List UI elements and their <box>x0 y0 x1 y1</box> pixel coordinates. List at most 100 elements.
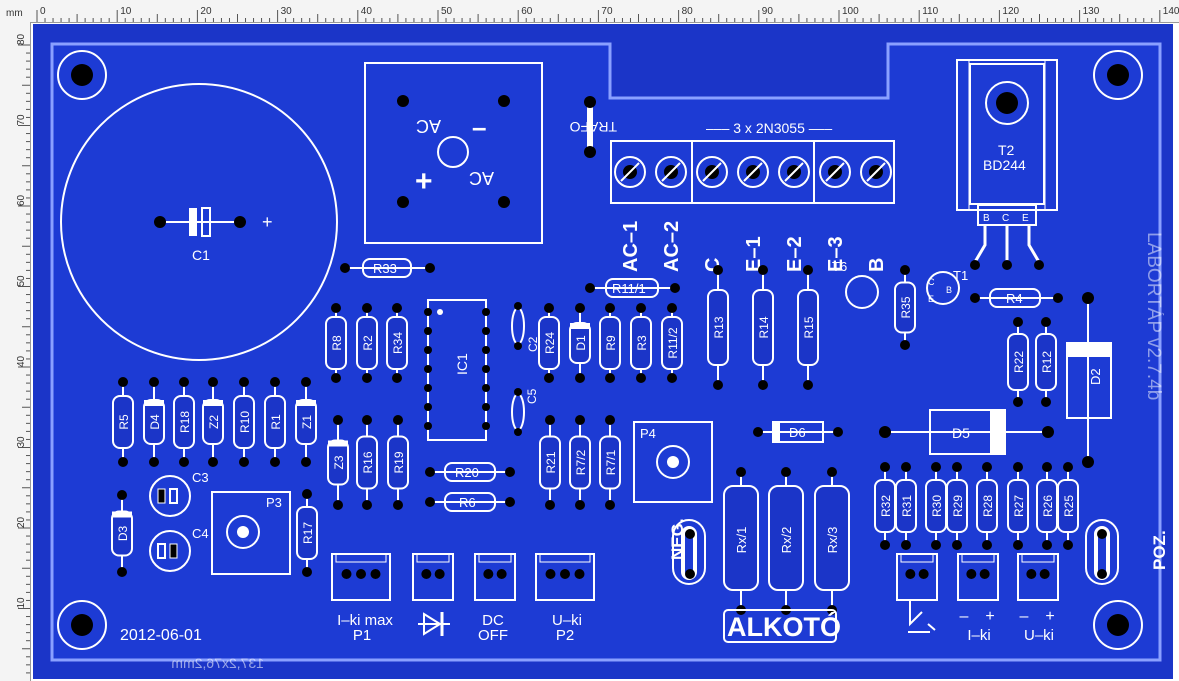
ruler-x-label: 70 <box>601 6 613 17</box>
ruler-x-label: 90 <box>762 6 774 17</box>
resistor-r7-2-label: R7/2 <box>574 450 588 476</box>
ruler-y-label: 70 <box>16 114 27 126</box>
mount-hole-bl-drill <box>71 614 93 636</box>
resistor-r15-label: R15 <box>802 316 816 338</box>
resistor-r3-pad <box>636 303 646 313</box>
resistor-r24-pad <box>544 373 554 383</box>
resistor-r21-pad <box>545 415 555 425</box>
resistor-r1-pad <box>270 377 280 387</box>
connector-p1-pin <box>370 569 381 579</box>
diode-d3-label: D3 <box>116 526 130 542</box>
ic1-pin <box>482 308 490 316</box>
alkoto-logo: ALKOTÓ <box>723 609 841 643</box>
resistor-r19-label: R19 <box>392 451 406 473</box>
resistor-r21-pad <box>545 500 555 510</box>
ruler-y-label: 60 <box>16 194 27 206</box>
zener-z3-band <box>328 440 348 447</box>
ruler-x-label: 130 <box>1083 6 1100 17</box>
resistor-r17-pad <box>302 567 312 577</box>
ruler-x-label: 110 <box>922 6 938 17</box>
connector-p2-pin <box>545 569 556 579</box>
board-title-mirrored: LABORTÁP v2.7.4b <box>1143 232 1164 400</box>
resistor-r10-label: R10 <box>238 411 252 433</box>
zener-z2-band <box>203 400 223 406</box>
ic1-pin <box>424 422 432 430</box>
resistor-r31-label: R31 <box>900 495 914 517</box>
resistor-r9-label: R9 <box>604 335 618 351</box>
connector-dc-off-pin <box>483 569 494 579</box>
resistor-r25-pad <box>1063 462 1073 472</box>
resistor-r32-pad <box>880 540 890 550</box>
resistor-r30-pad <box>931 462 941 472</box>
logo-text: ALKOTÓ <box>727 611 841 642</box>
resistor-r17-label: R17 <box>301 522 315 544</box>
diode-d4-band <box>144 400 164 406</box>
resistor-r32-pad <box>880 462 890 472</box>
resistor-r32-label: R32 <box>879 495 893 517</box>
connector-p2-pin <box>560 569 570 579</box>
resistor-r2-label: R2 <box>361 335 375 351</box>
label-p2: P2 <box>556 627 574 644</box>
diode-d3-pad <box>117 490 127 500</box>
resistor-r7-1-pad <box>605 415 615 425</box>
ruler-x-label: 40 <box>361 6 373 17</box>
label-u-ki: U–ki <box>1024 627 1054 644</box>
bridge-plus: + <box>415 165 433 198</box>
resistor-r11-2-pad <box>667 303 677 313</box>
r33-label: R33 <box>373 261 397 276</box>
c3-label: C3 <box>192 470 209 485</box>
mount-hole-br-drill <box>1107 614 1129 636</box>
resistor-r35-label: R35 <box>899 296 913 318</box>
resistor-r27-pad <box>1013 540 1023 550</box>
ruler-x-label: 30 <box>281 6 293 17</box>
resistor-r1-pad <box>270 457 280 467</box>
resistor-r14-pad <box>758 380 768 390</box>
bridge-ac-top: AC <box>416 116 441 136</box>
resistor-r18-label: R18 <box>178 411 192 433</box>
resistor-r34-pad <box>392 303 402 313</box>
connector-p1-pin <box>341 569 352 579</box>
d6-label: D6 <box>789 425 806 440</box>
connector-u-meter-pin <box>1026 569 1037 579</box>
c1-label: C1 <box>192 247 210 263</box>
resistor-r28-pad <box>982 462 992 472</box>
diode-d3-band <box>112 511 132 518</box>
diode-d1-pad <box>575 303 585 313</box>
ic1-label: IC1 <box>454 353 470 375</box>
ruler-y-label: 50 <box>16 275 27 287</box>
resistor-r7-1-label: R7/1 <box>604 450 618 476</box>
t2-pin-e: E <box>1022 213 1029 224</box>
resistor-rx-1-label: Rx/1 <box>734 527 749 554</box>
label-i-minus: – <box>960 608 969 625</box>
resistor-r30-pad <box>931 540 941 550</box>
zener-z1-band <box>296 400 316 406</box>
resistor-r27-label: R27 <box>1012 495 1026 517</box>
t1-label: T1 <box>953 268 968 283</box>
ruler-x-label: 50 <box>441 6 453 17</box>
poz-label: POZ. <box>1150 530 1169 570</box>
resistor-r21-label: R21 <box>544 451 558 473</box>
resistor-r10-pad <box>239 457 249 467</box>
connector-led-pin <box>434 569 445 579</box>
resistor-r13-pad <box>713 380 723 390</box>
connector-p2-pin <box>574 569 585 579</box>
zener-z2-pad <box>208 457 218 467</box>
resistor-r2-pad <box>362 303 372 313</box>
resistor-r29-pad <box>952 462 962 472</box>
resistor-rx-3-label: Rx/3 <box>825 527 840 554</box>
bridge-ac-bottom: AC <box>469 168 494 188</box>
resistor-r16-label: R16 <box>361 451 375 473</box>
resistor-r8-pad <box>331 373 341 383</box>
resistor-r14-pad <box>758 265 768 275</box>
resistor-r7-2-pad <box>575 500 585 510</box>
zener-z1-label: Z1 <box>300 415 314 429</box>
resistor-r31-pad <box>901 462 911 472</box>
resistor-r14-label: R14 <box>757 316 771 338</box>
resistor-r35-pad <box>900 340 910 350</box>
c1-plus-sign: + <box>262 212 273 232</box>
zener-z1-pad <box>301 457 311 467</box>
resistor-r12-pad <box>1041 317 1051 327</box>
connector-u-meter-pin <box>1039 569 1050 579</box>
ruler-x-label: 140 <box>1163 6 1179 17</box>
resistor-r26-pad <box>1042 540 1052 550</box>
